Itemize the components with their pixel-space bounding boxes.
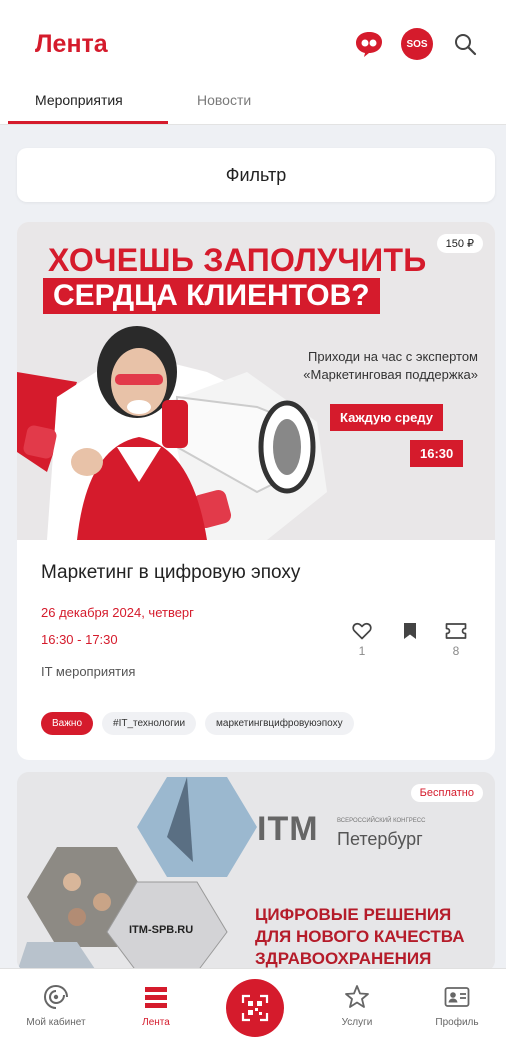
nav-label: Мой кабинет	[26, 1017, 86, 1028]
ticket-button[interactable]: 8	[441, 622, 471, 658]
like-button[interactable]: 1	[347, 622, 377, 658]
bookmark-count	[395, 644, 425, 658]
page-title: Лента	[35, 30, 108, 58]
star-icon	[345, 985, 369, 1008]
qr-scan-icon	[241, 994, 269, 1022]
congress-slogan-line2: ДЛЯ НОВОГО КАЧЕСТВА	[255, 927, 465, 946]
congress-url: ITM-SPB.RU	[129, 924, 194, 936]
tag-chip[interactable]: маркетингвцифровуюэпоху	[205, 712, 354, 735]
ticket-count: 8	[452, 644, 460, 658]
price-badge: Бесплатно	[410, 784, 483, 802]
tab-bar: Мероприятия Новости	[0, 80, 506, 125]
event-date: 26 декабря 2024, четверг	[41, 605, 194, 620]
tab-active-indicator	[8, 121, 168, 124]
nav-label: Лента	[142, 1017, 170, 1028]
filter-label: Фильтр	[225, 164, 287, 185]
bookmark-button[interactable]	[395, 622, 425, 658]
congress-slogan-line1: ЦИФРОВЫЕ РЕШЕНИЯ	[255, 905, 452, 924]
filter-button[interactable]: Фильтр	[17, 148, 495, 202]
bottom-navigation: Мой кабинет Лента Услуги Профиль	[0, 968, 506, 1057]
banner-subtitle-line2: «Маркетинговая поддержка»	[303, 367, 478, 382]
banner-headline-line1: ХОЧЕШЬ ЗАПОЛУЧИТЬ	[48, 242, 427, 278]
event-card[interactable]: Бесплатно ITM ВСЕРОССИЙСКИЙ КОНГРЕСС Пет…	[17, 772, 495, 972]
heart-icon	[352, 622, 372, 640]
sos-label: SOS	[406, 38, 428, 50]
event-category: IT мероприятия	[41, 664, 136, 679]
bookmark-icon	[404, 623, 416, 639]
congress-logo: ITM	[257, 810, 319, 848]
event-time: 16:30 - 17:30	[41, 632, 118, 647]
tab-events[interactable]: Мероприятия	[35, 92, 123, 108]
tag-list: Важно #IT_технологии маркетингвцифровуюэ…	[41, 712, 354, 735]
nav-item-cabinet[interactable]: Мой кабинет	[14, 983, 98, 1028]
banner-day-label: Каждую среду	[330, 404, 443, 431]
ticket-icon	[445, 623, 467, 639]
tag-chip[interactable]: Важно	[41, 712, 94, 735]
event-card[interactable]: 150 ₽ ХОЧЕШЬ ЗАПОЛУЧИТЬ СЕРДЦА КЛИЕНТОВ?…	[17, 222, 495, 760]
chat-icon[interactable]	[353, 28, 385, 60]
congress-slogan: ЦИФРОВЫЕ РЕШЕНИЯ ДЛЯ НОВОГО КАЧЕСТВА ЗДР…	[255, 904, 465, 970]
event-title: Маркетинг в цифровую эпоху	[41, 562, 301, 583]
banner-subtitle: Приходи на час с экспертом «Маркетингова…	[250, 348, 478, 384]
banner-time-label: 16:30	[410, 440, 464, 467]
cabinet-icon	[43, 985, 68, 1009]
banner-headline-line2: СЕРДЦА КЛИЕНТОВ?	[43, 278, 380, 314]
nav-item-feed[interactable]: Лента	[114, 983, 198, 1028]
nav-item-profile[interactable]: Профиль	[415, 983, 499, 1028]
nav-item-services[interactable]: Услуги	[315, 983, 399, 1028]
tag-chip[interactable]: #IT_технологии	[102, 712, 197, 735]
feed-icon	[145, 987, 167, 1008]
price-badge: 150 ₽	[436, 234, 483, 253]
app-header: Лента SOS Мероприятия Новости	[0, 0, 506, 125]
banner-subtitle-line1: Приходи на час с экспертом	[308, 349, 478, 364]
nav-label: Профиль	[435, 1017, 479, 1028]
sos-button[interactable]: SOS	[401, 28, 433, 60]
like-count: 1	[358, 644, 366, 658]
profile-icon	[444, 987, 470, 1007]
search-icon[interactable]	[449, 28, 481, 60]
congress-caption: ВСЕРОССИЙСКИЙ КОНГРЕСС	[337, 818, 426, 824]
congress-city: Петербург	[337, 829, 423, 849]
qr-scan-button[interactable]	[226, 979, 284, 1037]
nav-label: Услуги	[341, 1017, 373, 1028]
congress-slogan-line3: ЗДРАВООХРАНЕНИЯ	[255, 949, 432, 968]
tab-news[interactable]: Новости	[197, 92, 251, 108]
event-banner: 150 ₽ ХОЧЕШЬ ЗАПОЛУЧИТЬ СЕРДЦА КЛИЕНТОВ?…	[17, 222, 495, 540]
